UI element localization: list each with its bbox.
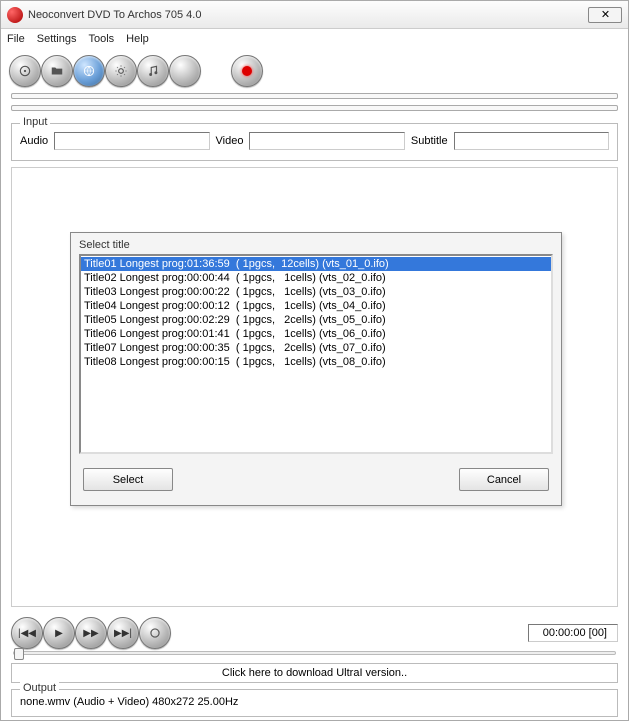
preview-area: Select title Title01 Longest prog:01:36:… <box>11 167 618 607</box>
stop-icon <box>148 626 162 640</box>
select-title-dialog: Select title Title01 Longest prog:01:36:… <box>70 232 562 506</box>
cancel-button[interactable]: Cancel <box>459 468 549 491</box>
list-item[interactable]: Title08 Longest prog:00:00:15 ( 1pgcs, 1… <box>81 355 551 369</box>
list-item[interactable]: Title01 Longest prog:01:36:59 ( 1pgcs, 1… <box>81 257 551 271</box>
video-field[interactable] <box>249 132 404 150</box>
prev-button[interactable]: |◀◀ <box>11 617 43 649</box>
audio-label: Audio <box>20 135 48 147</box>
gear-icon <box>114 64 128 78</box>
play-button[interactable]: ▶ <box>43 617 75 649</box>
next-button[interactable]: ▶▶| <box>107 617 139 649</box>
video-label: Video <box>216 135 244 147</box>
main-toolbar <box>1 49 628 93</box>
skip-forward-icon: ▶▶| <box>114 628 132 639</box>
select-button[interactable]: Select <box>83 468 173 491</box>
output-group: Output none.wmv (Audio + Video) 480x272 … <box>11 689 618 717</box>
skip-back-icon: |◀◀ <box>18 628 36 639</box>
toolbar-btn-5[interactable] <box>137 55 169 87</box>
dialog-title: Select title <box>79 239 553 251</box>
list-item[interactable]: Title02 Longest prog:00:00:44 ( 1pgcs, 1… <box>81 271 551 285</box>
timecode: 00:00:00 [00] <box>528 624 618 642</box>
window-title: Neoconvert DVD To Archos 705 4.0 <box>28 9 588 21</box>
toolbar-btn-1[interactable] <box>9 55 41 87</box>
input-legend: Input <box>20 116 50 128</box>
globe-icon <box>82 64 96 78</box>
title-listbox[interactable]: Title01 Longest prog:01:36:59 ( 1pgcs, 1… <box>79 254 553 454</box>
menu-settings[interactable]: Settings <box>37 33 77 45</box>
list-item[interactable]: Title04 Longest prog:00:00:12 ( 1pgcs, 1… <box>81 299 551 313</box>
app-icon <box>7 7 23 23</box>
list-item[interactable]: Title06 Longest prog:00:01:41 ( 1pgcs, 1… <box>81 327 551 341</box>
disc-icon <box>18 64 32 78</box>
ff-button[interactable]: ▶▶ <box>75 617 107 649</box>
folder-icon <box>50 64 64 78</box>
menu-help[interactable]: Help <box>126 33 149 45</box>
progress-1 <box>1 93 628 105</box>
close-icon: ✕ <box>601 8 609 21</box>
close-button[interactable]: ✕ <box>588 7 622 23</box>
subtitle-field[interactable] <box>454 132 609 150</box>
menu-file[interactable]: File <box>7 33 25 45</box>
input-group: Input Audio Video Subtitle <box>11 123 618 161</box>
toolbar-btn-3[interactable] <box>73 55 105 87</box>
note-icon <box>146 64 160 78</box>
toolbar-btn-2[interactable] <box>41 55 73 87</box>
list-item[interactable]: Title03 Longest prog:00:00:22 ( 1pgcs, 1… <box>81 285 551 299</box>
output-value: none.wmv (Audio + Video) 480x272 25.00Hz <box>20 696 609 708</box>
seek-thumb[interactable] <box>14 648 24 660</box>
output-legend: Output <box>20 682 59 694</box>
fast-forward-icon: ▶▶ <box>83 628 98 639</box>
seek-slider[interactable] <box>1 651 628 659</box>
menubar: File Settings Tools Help <box>1 29 628 49</box>
toolbar-btn-4[interactable] <box>105 55 137 87</box>
stop-button[interactable] <box>139 617 171 649</box>
record-button[interactable] <box>231 55 263 87</box>
subtitle-label: Subtitle <box>411 135 448 147</box>
list-item[interactable]: Title05 Longest prog:00:02:29 ( 1pgcs, 2… <box>81 313 551 327</box>
menu-tools[interactable]: Tools <box>88 33 114 45</box>
audio-field[interactable] <box>54 132 209 150</box>
toolbar-btn-6[interactable] <box>169 55 201 87</box>
playback-toolbar: |◀◀ ▶ ▶▶ ▶▶| 00:00:00 [00] <box>1 611 628 655</box>
play-icon: ▶ <box>55 628 63 639</box>
progress-2 <box>1 105 628 117</box>
download-link[interactable]: Click here to download UltraI version.. <box>11 663 618 683</box>
list-item[interactable]: Title07 Longest prog:00:00:35 ( 1pgcs, 2… <box>81 341 551 355</box>
titlebar: Neoconvert DVD To Archos 705 4.0 ✕ <box>1 1 628 29</box>
